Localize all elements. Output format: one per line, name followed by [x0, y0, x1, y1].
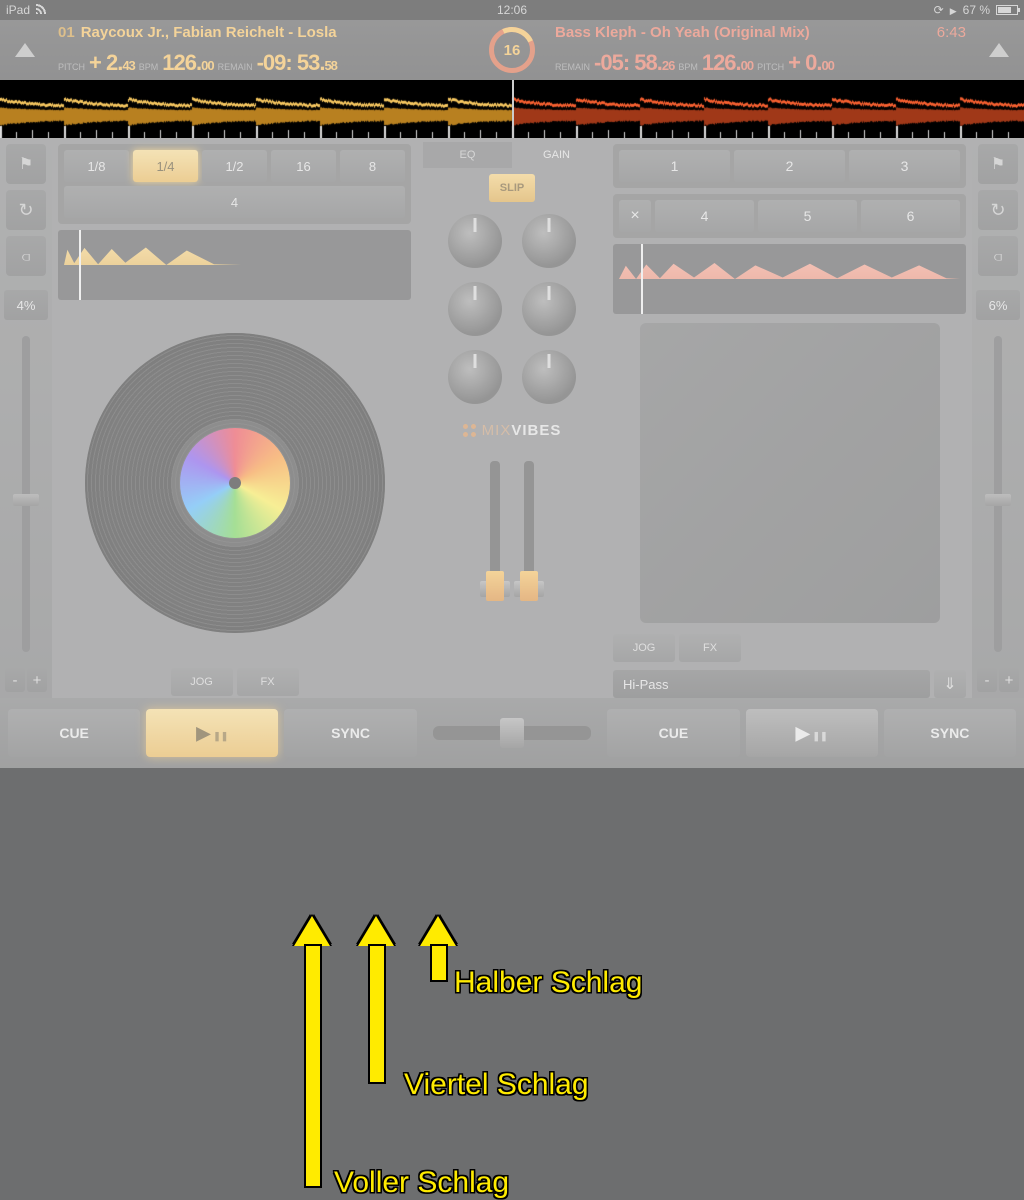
- deck-a-pitch: + 2.43: [89, 50, 135, 76]
- mixvibes-logo: MIXVIBES: [463, 422, 562, 439]
- deck-b-panel: 1 2 3 × 4 5 6 JOG FX Hi-Pass ⇓: [607, 138, 972, 698]
- deck-b-bpm: 126.00: [702, 50, 753, 76]
- hotcue-btn[interactable]: 3: [849, 150, 960, 182]
- playing-icon: [950, 3, 957, 17]
- flag-button-right[interactable]: [978, 144, 1018, 184]
- left-edge-strip: 4% -+: [0, 138, 52, 698]
- sync-button-a[interactable]: SYNC: [284, 709, 416, 757]
- empty-jog-b[interactable]: [640, 323, 940, 623]
- gain-knob-b-lo[interactable]: [522, 350, 576, 404]
- cue-button-a[interactable]: CUE: [8, 709, 140, 757]
- play-icon: [796, 723, 828, 744]
- crossfader[interactable]: [433, 726, 592, 740]
- channel-fader-b[interactable]: [524, 461, 534, 601]
- fx-select-arrow[interactable]: ⇓: [934, 670, 966, 698]
- loop-btn-selected[interactable]: 1/4: [133, 150, 198, 182]
- ios-status-bar: iPad 12:06 67 %: [0, 0, 1024, 20]
- channel-fader-a[interactable]: [490, 461, 500, 601]
- cycle-button-left[interactable]: [6, 190, 46, 230]
- bars-button-right[interactable]: [978, 236, 1018, 276]
- battery-icon: [996, 5, 1018, 15]
- deck-a-track[interactable]: 01Raycoux Jr., Fabian Reichelt - Losla: [58, 24, 469, 41]
- loop-btn[interactable]: 1/2: [202, 150, 267, 182]
- deck-b-pitch: + 0.00: [788, 50, 834, 76]
- hotcue-delete[interactable]: ×: [619, 200, 651, 232]
- gain-tab[interactable]: GAIN: [512, 142, 601, 168]
- pitch-fader-left[interactable]: [22, 336, 30, 652]
- gain-knob-a-hi[interactable]: [448, 214, 502, 268]
- fx-select-name[interactable]: Hi-Pass: [613, 670, 930, 698]
- overview-waveform-a[interactable]: [58, 230, 411, 300]
- fx-button-b[interactable]: FX: [679, 634, 741, 662]
- playhead-marker: [512, 80, 514, 138]
- flag-button-left[interactable]: [6, 144, 46, 184]
- gain-knob-b-mid[interactable]: [522, 282, 576, 336]
- pitch-plus-right[interactable]: +: [999, 668, 1019, 692]
- hotcue-btn[interactable]: 1: [619, 150, 730, 182]
- pitch-fader-right[interactable]: [994, 336, 1002, 652]
- hotcue-grid-b: 1 2 3: [613, 144, 966, 188]
- play-button-a[interactable]: [146, 709, 278, 757]
- gain-knob-a-mid[interactable]: [448, 282, 502, 336]
- orientation-lock-icon: [934, 3, 944, 17]
- transport-bar: CUE SYNC CUE SYNC: [0, 698, 1024, 768]
- slip-button[interactable]: SLIP: [489, 174, 535, 202]
- deck-b-track[interactable]: Bass Kleph - Oh Yeah (Original Mix)6:43: [555, 24, 966, 41]
- cycle-button-right[interactable]: [978, 190, 1018, 230]
- deck-a-remain: -09: 53.58: [257, 50, 337, 76]
- pitch-range-right[interactable]: 6%: [976, 290, 1020, 320]
- record-label-a: [180, 428, 290, 538]
- wifi-icon: [36, 3, 50, 17]
- deck-a-bpm: 126.00: [162, 50, 213, 76]
- hotcue-btn[interactable]: 5: [758, 200, 857, 232]
- hotcue-btn[interactable]: 2: [734, 150, 845, 182]
- deck-header: 01Raycoux Jr., Fabian Reichelt - Losla P…: [0, 20, 1024, 80]
- hotcue-btn[interactable]: 4: [655, 200, 754, 232]
- pitch-minus-left[interactable]: -: [5, 668, 25, 692]
- device-label: iPad: [6, 3, 30, 17]
- bars-button-left[interactable]: [6, 236, 46, 276]
- clock: 12:06: [497, 3, 527, 17]
- gain-knob-b-hi[interactable]: [522, 214, 576, 268]
- loop-grid-a: 1/8 1/4 1/2 16 8 4: [58, 144, 411, 224]
- right-edge-strip: 6% -+: [972, 138, 1024, 698]
- loop-btn[interactable]: 16: [271, 150, 336, 182]
- pitch-range-left[interactable]: 4%: [4, 290, 48, 320]
- annotation-quarter-beat: Viertel Schlag: [404, 1068, 589, 1102]
- vinyl-jog-a[interactable]: [85, 333, 385, 633]
- battery-pct: 67 %: [963, 3, 990, 17]
- pitch-minus-right[interactable]: -: [977, 668, 997, 692]
- deck-a-panel: 1/8 1/4 1/2 16 8 4 JOG FX: [52, 138, 417, 698]
- loop-btn[interactable]: 4: [64, 186, 405, 218]
- annotation-half-beat: Halber Schlag: [454, 966, 642, 1000]
- hotcue-btn[interactable]: 6: [861, 200, 960, 232]
- annotation-full-beat: Voller Schlag: [334, 1166, 509, 1200]
- eq-tab[interactable]: EQ: [423, 142, 512, 168]
- main-area: 4% -+ 1/8 1/4 1/2 16 8 4 JOG FX EQ GAIN …: [0, 138, 1024, 698]
- loop-btn[interactable]: 1/8: [64, 150, 129, 182]
- cue-button-b[interactable]: CUE: [607, 709, 739, 757]
- deck-b-remain: -05: 58.26: [594, 50, 674, 76]
- jog-button-b[interactable]: JOG: [613, 634, 675, 662]
- overview-waveform-b[interactable]: [613, 244, 966, 314]
- eject-right-button[interactable]: [989, 43, 1009, 57]
- eject-left-button[interactable]: [15, 43, 35, 57]
- scrolling-waveform[interactable]: [0, 80, 1024, 138]
- pitch-plus-left[interactable]: +: [27, 668, 47, 692]
- play-button-b[interactable]: [746, 709, 878, 757]
- fx-button-a[interactable]: FX: [237, 668, 299, 696]
- jog-button-a[interactable]: JOG: [171, 668, 233, 696]
- beat-counter-ring[interactable]: 16: [489, 27, 535, 73]
- sync-button-b[interactable]: SYNC: [884, 709, 1016, 757]
- mixer-panel: EQ GAIN SLIP MIXVIBES: [417, 138, 607, 698]
- loop-btn[interactable]: 8: [340, 150, 405, 182]
- gain-knob-a-lo[interactable]: [448, 350, 502, 404]
- play-icon: [196, 723, 228, 744]
